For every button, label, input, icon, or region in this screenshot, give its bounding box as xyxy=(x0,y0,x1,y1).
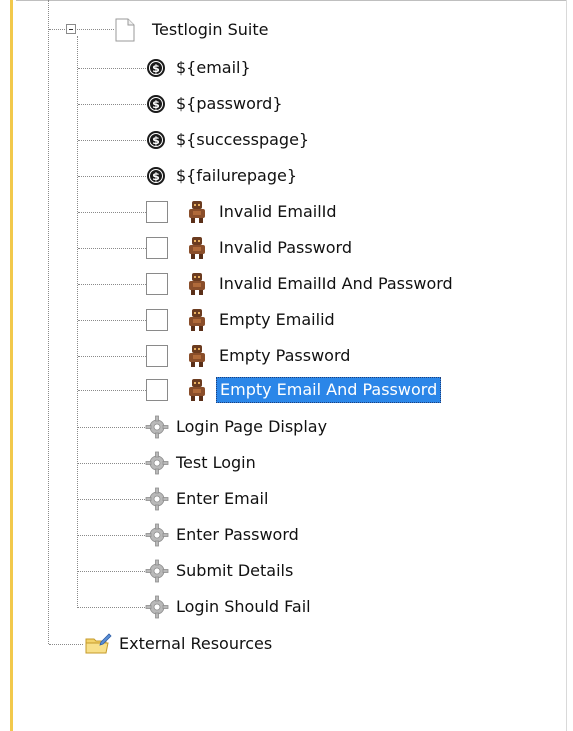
keyword-label: Login Should Fail xyxy=(176,597,311,616)
tree-connector xyxy=(78,320,146,321)
dollar-icon: $ xyxy=(146,166,166,186)
test-label: Empty Password xyxy=(219,346,351,365)
tree-connector xyxy=(78,390,146,391)
test-label: Invalid EmailId And Password xyxy=(219,274,453,293)
tree-connector xyxy=(78,212,146,213)
left-panel-border xyxy=(10,0,13,731)
tree-node-test-empty-email-and-password[interactable]: Empty Email And Password xyxy=(146,376,442,404)
tree-node-variable-successpage[interactable]: $ ${successpage} xyxy=(146,126,312,154)
robot-icon xyxy=(186,236,208,260)
tree-node-keyword-submit-details[interactable]: Submit Details xyxy=(145,557,296,585)
variable-label: ${successpage} xyxy=(176,130,310,149)
tree-connector xyxy=(78,535,145,536)
tree-connector xyxy=(78,463,145,464)
test-checkbox[interactable] xyxy=(146,273,168,295)
svg-text:$: $ xyxy=(152,170,160,183)
gear-icon xyxy=(145,559,169,583)
tree-line-external-h xyxy=(49,644,83,645)
keyword-label: Submit Details xyxy=(176,561,294,580)
tree-connector xyxy=(78,571,145,572)
tree-node-keyword-login-page-display[interactable]: Login Page Display xyxy=(145,413,330,441)
tree-connector xyxy=(78,176,146,177)
variable-label: ${email} xyxy=(176,58,251,77)
tree-connector xyxy=(78,499,145,500)
keyword-label: Enter Password xyxy=(176,525,299,544)
tree-connector xyxy=(78,248,146,249)
tree-node-keyword-test-login[interactable]: Test Login xyxy=(145,449,259,477)
svg-text:$: $ xyxy=(152,98,160,111)
test-label: Invalid Password xyxy=(219,238,352,257)
dollar-icon: $ xyxy=(146,58,166,78)
folder-edit-icon xyxy=(84,632,112,656)
tree-node-suite[interactable]: Testlogin Suite xyxy=(149,16,271,44)
dollar-icon: $ xyxy=(146,130,166,150)
top-border xyxy=(16,0,566,1)
tree-node-test-invalid-emailid[interactable]: Invalid EmailId xyxy=(146,198,340,226)
tree-line-root xyxy=(48,0,49,644)
tree-connector xyxy=(78,607,145,608)
test-checkbox[interactable] xyxy=(146,379,168,401)
keyword-label: Login Page Display xyxy=(176,417,328,436)
tree-node-keyword-enter-email[interactable]: Enter Email xyxy=(145,485,271,513)
robot-icon xyxy=(186,200,208,224)
tree-connector xyxy=(78,68,146,69)
tree-node-variable-email[interactable]: $ ${email} xyxy=(146,54,254,82)
test-label: Invalid EmailId xyxy=(219,202,337,221)
tree-connector xyxy=(78,140,146,141)
variable-label: ${password} xyxy=(176,94,283,113)
gear-icon xyxy=(145,523,169,547)
test-label: Empty Emailid xyxy=(219,310,335,329)
collapse-toggle[interactable] xyxy=(66,24,76,34)
tree-connector xyxy=(78,104,146,105)
suite-label: Testlogin Suite xyxy=(152,20,269,39)
tree-node-variable-failurepage[interactable]: $ ${failurepage} xyxy=(146,162,300,190)
keyword-label: Enter Email xyxy=(176,489,269,508)
tree-node-variable-password[interactable]: $ ${password} xyxy=(146,90,286,118)
gear-icon xyxy=(145,487,169,511)
dollar-icon: $ xyxy=(146,94,166,114)
tree-connector xyxy=(78,356,146,357)
svg-text:$: $ xyxy=(152,62,160,75)
test-checkbox[interactable] xyxy=(146,345,168,367)
test-checkbox[interactable] xyxy=(146,309,168,331)
file-icon xyxy=(115,18,135,42)
robot-icon xyxy=(186,272,208,296)
tree-connector xyxy=(78,427,145,428)
robot-icon xyxy=(186,308,208,332)
robot-icon xyxy=(186,344,208,368)
tree-connector xyxy=(78,284,146,285)
tree-line-suite xyxy=(77,36,78,608)
tree-line-suite-h2 xyxy=(77,29,114,30)
variable-label: ${failurepage} xyxy=(176,166,298,185)
test-checkbox[interactable] xyxy=(146,201,168,223)
external-label: External Resources xyxy=(119,634,273,653)
tree-node-keyword-enter-password[interactable]: Enter Password xyxy=(145,521,302,549)
tree-node-test-invalid-emailid-and-password[interactable]: Invalid EmailId And Password xyxy=(146,270,456,298)
robot-icon xyxy=(186,378,208,402)
gear-icon xyxy=(145,595,169,619)
tree-node-external-resources[interactable]: External Resources xyxy=(84,630,275,658)
tree-node-test-empty-emailid[interactable]: Empty Emailid xyxy=(146,306,338,334)
right-border xyxy=(566,0,567,731)
tree-node-keyword-login-should-fail[interactable]: Login Should Fail xyxy=(145,593,314,621)
tree-node-test-empty-password[interactable]: Empty Password xyxy=(146,342,353,370)
test-label-selected: Empty Email And Password xyxy=(216,377,442,403)
keyword-label: Test Login xyxy=(176,453,256,472)
test-checkbox[interactable] xyxy=(146,237,168,259)
gear-icon xyxy=(145,451,169,475)
gear-icon xyxy=(145,415,169,439)
tree-line-suite-h xyxy=(49,29,65,30)
tree-node-test-invalid-password[interactable]: Invalid Password xyxy=(146,234,355,262)
svg-text:$: $ xyxy=(152,134,160,147)
